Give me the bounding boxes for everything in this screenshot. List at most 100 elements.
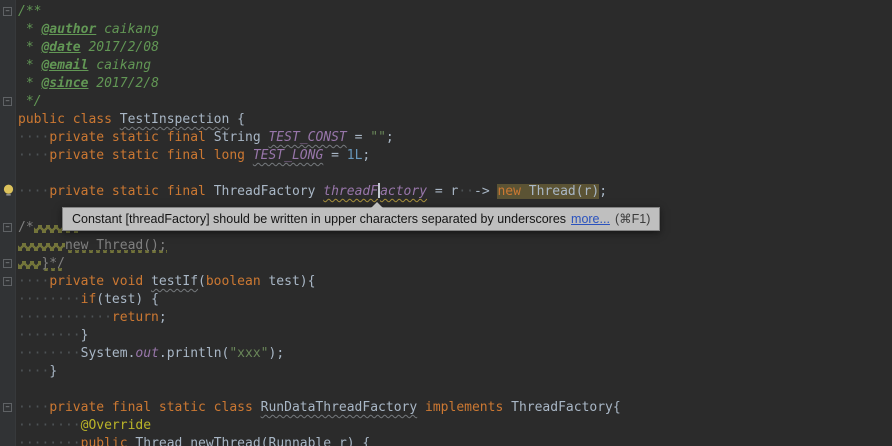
code-line[interactable]: ········if(test) {: [18, 291, 892, 309]
code-token: new Thread();: [65, 238, 167, 253]
code-line[interactable]: ····private final static class RunDataTh…: [18, 399, 892, 417]
code-line[interactable]: [18, 381, 892, 399]
code-token: if: [81, 292, 97, 307]
code-token: private static final: [49, 130, 213, 145]
code-line[interactable]: [18, 165, 892, 183]
code-token: ········: [18, 418, 81, 433]
code-line[interactable]: ········System.out.println("xxx");: [18, 345, 892, 363]
code-line[interactable]: new Thread();: [18, 237, 892, 255]
code-line[interactable]: ····private static final String TEST_CON…: [18, 129, 892, 147]
code-line[interactable]: ········@Override: [18, 417, 892, 435]
code-token: public class: [18, 112, 120, 127]
code-token: private static final: [49, 184, 213, 199]
intention-bulb-icon[interactable]: [2, 184, 15, 197]
code-line[interactable]: ····}: [18, 363, 892, 381]
code-line[interactable]: ········}: [18, 327, 892, 345]
code-line[interactable]: * @author caikang: [18, 21, 892, 39]
fold-marker-icon[interactable]: −: [3, 259, 12, 268]
code-token: actory: [380, 184, 427, 199]
code-token: newThread: [190, 436, 260, 446]
code-token: private void: [49, 274, 151, 289]
code-token: */: [18, 94, 41, 109]
code-line[interactable]: }*/: [18, 255, 892, 273]
code-token: {: [229, 112, 245, 127]
code-token: test){: [261, 274, 316, 289]
code-line[interactable]: ············return;: [18, 309, 892, 327]
code-token: [18, 238, 65, 253]
code-token: ->: [474, 184, 497, 199]
code-token: private static final: [49, 148, 213, 163]
code-line[interactable]: ····private static final long TEST_LONG …: [18, 147, 892, 165]
code-line[interactable]: * @email caikang: [18, 57, 892, 75]
code-token: implements: [425, 400, 503, 415]
code-token: RunDataThreadFactory: [261, 400, 418, 415]
code-token: ········: [18, 328, 81, 343]
tooltip-more-link[interactable]: more...: [571, 210, 610, 228]
code-token: TEST_CONST: [268, 130, 346, 145]
code-token: @Override: [81, 418, 151, 433]
code-token: /*: [18, 220, 34, 235]
code-token: TEST_LONG: [253, 148, 323, 163]
code-token: testIf: [151, 274, 198, 289]
code-token: @date: [41, 40, 80, 55]
code-line[interactable]: * @since 2017/2/8: [18, 75, 892, 93]
code-token: ····: [18, 400, 49, 415]
code-token: ;: [362, 148, 370, 163]
code-token: ····: [18, 148, 49, 163]
code-line[interactable]: public class TestInspection {: [18, 111, 892, 129]
fold-marker-icon[interactable]: −: [3, 223, 12, 232]
code-token: ThreadFactory: [214, 184, 324, 199]
code-line[interactable]: ····private void testIf(boolean test){: [18, 273, 892, 291]
code-token: public: [81, 436, 136, 446]
code-token: "xxx": [229, 346, 268, 361]
fold-marker-icon[interactable]: −: [3, 7, 12, 16]
code-line[interactable]: /**: [18, 3, 892, 21]
code-token: ····: [18, 364, 49, 379]
code-token: long: [214, 148, 253, 163]
code-token: System.: [81, 346, 136, 361]
code-token: @email: [41, 58, 88, 73]
code-token: caikang: [96, 22, 159, 37]
code-token: new: [497, 184, 520, 199]
code-token: out: [135, 346, 158, 361]
code-token: ············: [18, 310, 112, 325]
code-token: }: [81, 328, 89, 343]
code-token: 1L: [347, 148, 363, 163]
code-token: Thread: [135, 436, 190, 446]
code-token: ;: [159, 310, 167, 325]
code-token: ····: [18, 184, 49, 199]
fold-marker-icon[interactable]: −: [3, 403, 12, 412]
code-token: (: [198, 274, 206, 289]
code-token: .println(: [159, 346, 229, 361]
code-token: ········: [18, 436, 81, 446]
code-token: 2017/2/08: [81, 40, 159, 55]
code-token: ;: [386, 130, 394, 145]
code-line[interactable]: ····private static final ThreadFactory t…: [18, 183, 892, 201]
code-token: (test) {: [96, 292, 159, 307]
code-token: @since: [41, 76, 88, 91]
code-token: 2017/2/8: [88, 76, 158, 91]
code-token: ········: [18, 346, 81, 361]
tooltip-message: Constant [threadFactory] should be writt…: [72, 210, 566, 228]
fold-marker-icon[interactable]: −: [3, 97, 12, 106]
code-token: *: [18, 40, 41, 55]
code-token: [417, 400, 425, 415]
code-token: );: [269, 346, 285, 361]
code-token: boolean: [206, 274, 261, 289]
ide-editor: −−−−−− /** * @author caikang * @date 201…: [0, 0, 892, 446]
editor-gutter[interactable]: − − − − − −: [0, 0, 16, 446]
code-token: *: [18, 22, 41, 37]
code-token: ;: [599, 184, 607, 199]
code-token: ····: [18, 130, 49, 145]
code-line[interactable]: */: [18, 93, 892, 111]
tooltip-arrow: [371, 202, 383, 208]
code-line[interactable]: ········public Thread newThread(Runnable…: [18, 435, 892, 446]
code-token: TestInspection: [120, 112, 230, 127]
code-token: ········: [18, 292, 81, 307]
fold-marker-icon[interactable]: −: [3, 277, 12, 286]
code-line[interactable]: * @date 2017/2/08: [18, 39, 892, 57]
code-token: = r: [427, 184, 458, 199]
code-token: "": [370, 130, 386, 145]
code-token: (Runnable r) {: [261, 436, 371, 446]
code-token: =: [347, 130, 370, 145]
